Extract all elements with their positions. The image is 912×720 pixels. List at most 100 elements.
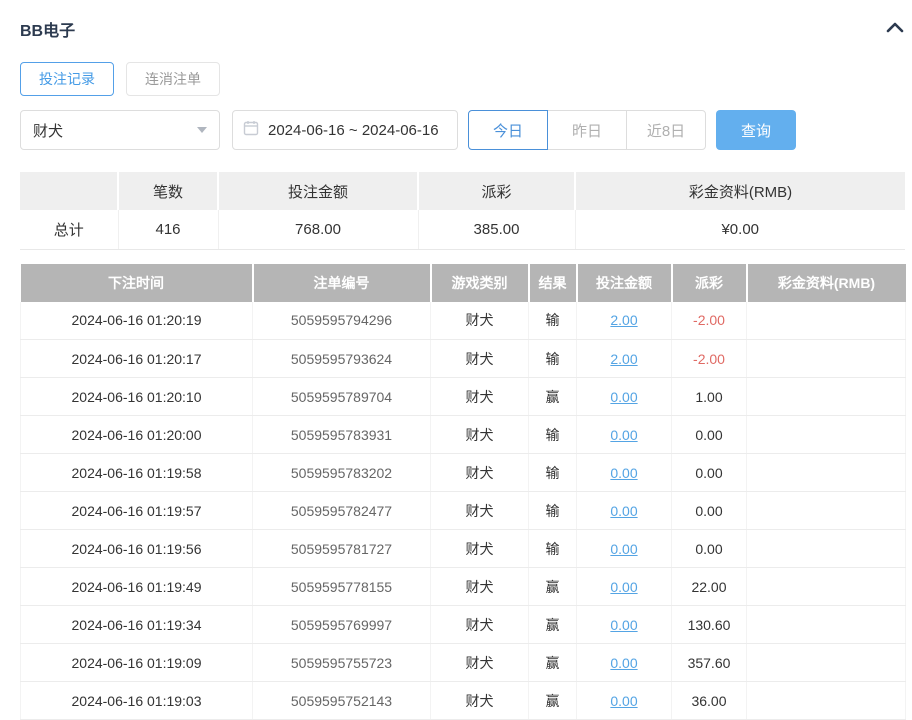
calendar-icon (243, 120, 259, 140)
table-row: 2024-06-16 01:19:575059595782477财犬输0.000… (21, 492, 906, 530)
cell-order: 5059595781727 (253, 530, 431, 568)
bet-amount-link[interactable]: 0.00 (610, 427, 637, 443)
cell-payout: 130.60 (672, 606, 747, 644)
cell-payout: 0.00 (672, 530, 747, 568)
bet-amount-link[interactable]: 0.00 (610, 617, 637, 633)
cell-order: 5059595782477 (253, 492, 431, 530)
cell-payout: 1.00 (672, 378, 747, 416)
game-select[interactable]: 财犬 (20, 110, 220, 150)
bet-amount-link[interactable]: 2.00 (610, 312, 637, 328)
cell-game: 财犬 (431, 492, 529, 530)
header-payout: 派彩 (672, 264, 747, 302)
cell-bonus (747, 378, 906, 416)
cell-game: 财犬 (431, 606, 529, 644)
cell-amount: 0.00 (577, 416, 672, 454)
cell-bonus (747, 606, 906, 644)
cell-order: 5059595769997 (253, 606, 431, 644)
page-title: BB电子 (20, 17, 75, 41)
cell-time: 2024-06-16 01:20:10 (21, 378, 253, 416)
cell-amount: 0.00 (577, 606, 672, 644)
cell-time: 2024-06-16 01:19:09 (21, 644, 253, 682)
cell-game: 财犬 (431, 644, 529, 682)
cell-time: 2024-06-16 01:20:19 (21, 302, 253, 340)
search-button[interactable]: 查询 (716, 110, 796, 150)
last-8-days-button-label: 近8日 (647, 120, 685, 141)
today-button[interactable]: 今日 (468, 110, 548, 150)
bet-amount-link[interactable]: 0.00 (610, 579, 637, 595)
last-8-days-button[interactable]: 近8日 (626, 110, 706, 150)
cell-order: 5059595783202 (253, 454, 431, 492)
summary-header-payout: 派彩 (418, 172, 575, 210)
cell-order: 5059595793624 (253, 340, 431, 378)
header-bonus: 彩金资料(RMB) (747, 264, 906, 302)
yesterday-button[interactable]: 昨日 (547, 110, 627, 150)
table-row: 2024-06-16 01:20:195059595794296财犬输2.00-… (21, 302, 906, 340)
cell-game: 财犬 (431, 378, 529, 416)
bet-amount-link[interactable]: 0.00 (610, 465, 637, 481)
summary-header-bonus: 彩金资料(RMB) (575, 172, 905, 210)
cell-time: 2024-06-16 01:19:03 (21, 682, 253, 720)
summary-total-row: 总计 416 768.00 385.00 ¥0.00 (20, 210, 905, 249)
cell-time: 2024-06-16 01:19:56 (21, 530, 253, 568)
cell-game: 财犬 (431, 568, 529, 606)
summary-total-label: 总计 (20, 210, 118, 249)
tab-bar: 投注记录 连消注单 (20, 62, 905, 96)
date-range-picker[interactable]: 2024-06-16 ~ 2024-06-16 (232, 110, 458, 150)
caret-down-icon (197, 127, 207, 133)
cell-amount: 0.00 (577, 378, 672, 416)
table-row: 2024-06-16 01:20:005059595783931财犬输0.000… (21, 416, 906, 454)
cell-result: 赢 (529, 682, 577, 720)
cell-game: 财犬 (431, 454, 529, 492)
cell-result: 赢 (529, 606, 577, 644)
table-row: 2024-06-16 01:19:565059595781727财犬输0.000… (21, 530, 906, 568)
bet-amount-link[interactable]: 0.00 (610, 503, 637, 519)
header-bet-time: 下注时间 (21, 264, 253, 302)
cell-order: 5059595789704 (253, 378, 431, 416)
cell-amount: 0.00 (577, 530, 672, 568)
header-game-category: 游戏类别 (431, 264, 529, 302)
table-row: 2024-06-16 01:19:495059595778155财犬赢0.002… (21, 568, 906, 606)
bet-table: 下注时间 注单编号 游戏类别 结果 投注金额 派彩 彩金资料(RMB) 2024… (20, 264, 906, 720)
cell-order: 5059595794296 (253, 302, 431, 340)
tab-bet-records[interactable]: 投注记录 (20, 62, 114, 96)
quick-date-button-group: 今日 昨日 近8日 (468, 110, 706, 150)
cell-time: 2024-06-16 01:19:34 (21, 606, 253, 644)
bet-amount-link[interactable]: 0.00 (610, 541, 637, 557)
collapse-button[interactable] (885, 20, 905, 39)
game-select-value: 财犬 (33, 120, 63, 141)
summary-total-payout: 385.00 (418, 210, 575, 249)
cell-game: 财犬 (431, 682, 529, 720)
bet-amount-link[interactable]: 0.00 (610, 389, 637, 405)
header-bet-amount: 投注金额 (577, 264, 672, 302)
summary-header-bet-amount: 投注金额 (218, 172, 418, 210)
bet-table-body: 2024-06-16 01:20:195059595794296财犬输2.00-… (21, 302, 906, 720)
cell-payout: 0.00 (672, 416, 747, 454)
cell-bonus (747, 492, 906, 530)
tab-label: 连消注单 (145, 69, 201, 89)
cell-game: 财犬 (431, 340, 529, 378)
cell-game: 财犬 (431, 302, 529, 340)
cell-bonus (747, 644, 906, 682)
cell-result: 输 (529, 530, 577, 568)
cell-time: 2024-06-16 01:20:17 (21, 340, 253, 378)
cell-order: 5059595778155 (253, 568, 431, 606)
cell-bonus (747, 530, 906, 568)
cell-result: 输 (529, 492, 577, 530)
bet-amount-link[interactable]: 0.00 (610, 655, 637, 671)
bet-amount-link[interactable]: 2.00 (610, 351, 637, 367)
summary-total-bonus: ¥0.00 (575, 210, 905, 249)
cell-amount: 0.00 (577, 492, 672, 530)
cell-order: 5059595752143 (253, 682, 431, 720)
cell-payout: 22.00 (672, 568, 747, 606)
bet-amount-link[interactable]: 0.00 (610, 693, 637, 709)
panel-header: BB电子 (20, 14, 905, 44)
cell-bonus (747, 302, 906, 340)
summary-total-count: 416 (118, 210, 218, 249)
bet-records-panel: BB电子 投注记录 连消注单 财犬 (0, 0, 912, 715)
tab-cancelled-orders[interactable]: 连消注单 (126, 62, 220, 96)
table-row: 2024-06-16 01:19:345059595769997财犬赢 0.00 1… (21, 606, 906, 644)
cell-result: 输 (529, 454, 577, 492)
table-row: 2024-06-16 01:19:035059595752143财犬赢0.003… (21, 682, 906, 720)
header-result: 结果 (529, 264, 577, 302)
cell-time: 2024-06-16 01:19:58 (21, 454, 253, 492)
